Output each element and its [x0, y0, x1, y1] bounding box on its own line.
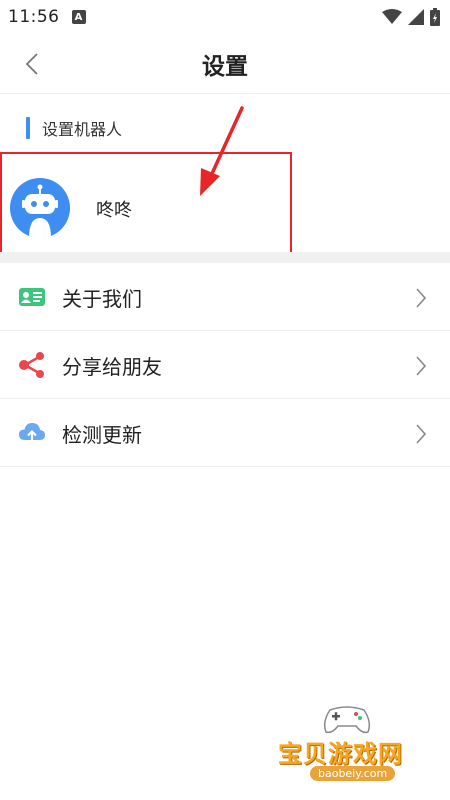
chevron-right-icon [416, 356, 427, 376]
watermark-title: 宝贝游戏网 [278, 740, 403, 768]
menu-item-about-us[interactable]: 关于我们 [0, 263, 450, 331]
robot-item[interactable]: 咚咚 [0, 152, 450, 252]
section-accent-bar [26, 117, 30, 139]
menu-item-check-update[interactable]: 检测更新 [0, 399, 450, 467]
menu-label-check-update: 检测更新 [62, 423, 142, 447]
section-header: 设置机器人 [26, 116, 122, 140]
watermark-url: baobeiy.com [310, 766, 396, 781]
robot-name: 咚咚 [96, 200, 132, 221]
status-right [382, 8, 440, 26]
section-title: 设置机器人 [42, 120, 123, 139]
menu-item-share[interactable]: 分享给朋友 [0, 331, 450, 399]
share-icon [19, 352, 44, 378]
id-card-icon [19, 288, 45, 306]
menu-label-about-us: 关于我们 [62, 287, 142, 311]
section-divider [0, 252, 450, 263]
back-button[interactable] [18, 50, 46, 78]
gamepad-icon [323, 706, 371, 734]
menu-label-share: 分享给朋友 [62, 355, 162, 379]
header: 设置 [0, 34, 450, 94]
cloud-upload-icon [19, 423, 45, 444]
status-left: 11:56 A [8, 7, 86, 27]
chevron-right-icon [416, 424, 427, 444]
battery-icon [430, 8, 440, 26]
wifi-icon [382, 9, 402, 24]
watermark-logo: 宝贝游戏网 baobeiy.com [270, 700, 440, 795]
robot-avatar-icon [10, 178, 70, 238]
chevron-right-icon [416, 288, 427, 308]
chevron-left-icon [25, 53, 38, 75]
cellular-signal-icon [408, 9, 424, 25]
status-time: 11:56 [8, 7, 60, 27]
status-bar: 11:56 A [0, 0, 450, 34]
notification-a-icon: A [71, 10, 86, 24]
page-title: 设置 [202, 53, 248, 80]
